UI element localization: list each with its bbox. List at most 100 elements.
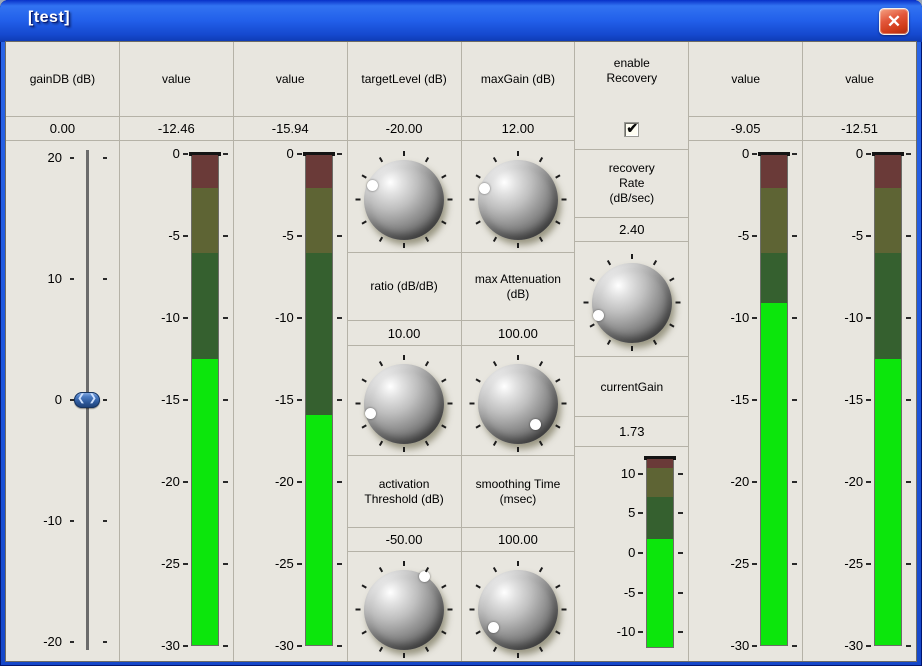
column-meter-3: value -9.05 0-5-10-15-20-25-30 [689,42,803,661]
knob-tick [539,646,543,651]
slider-tick-label: 0 [6,392,62,407]
knob-tick [425,566,429,571]
title-bar[interactable]: [test] ✕ [0,0,922,42]
activation-threshold-knob[interactable] [356,562,452,658]
tick-dash [906,317,911,319]
meter-scale: 0-5-10-15-20-25-30 [689,154,802,646]
knob-tick [362,220,367,224]
current-gain-label: currentGain [575,357,688,417]
knob-tick [539,237,543,242]
tick-dash [906,235,911,237]
smoothing-time-knob[interactable] [470,562,566,658]
tick-dash [752,153,757,155]
knob-sphere [478,364,558,444]
meter2-value: -15.94 [234,117,347,141]
knob-tick [403,355,405,360]
knob-tick [403,243,405,248]
meter-tick-label: -5 [575,585,635,600]
knob-tick [493,566,497,571]
tick-dash [103,399,107,401]
tick-dash [337,645,342,647]
meter-tick-label: 5 [575,505,635,520]
tick-dash [752,563,757,565]
tick-dash [297,563,302,565]
tick-dash [103,157,107,159]
knob-tick [403,561,405,566]
knob-tick [555,424,560,428]
meter3-value: -9.05 [689,117,802,141]
tick-dash [678,552,683,554]
knob-tick [555,584,560,588]
slider-scale: 20100-10-20 [6,158,119,642]
knob-tick [469,199,474,201]
knob-sphere [478,570,558,650]
knob-sphere [478,160,558,240]
knob-tick [441,584,446,588]
close-button[interactable]: ✕ [879,8,909,35]
gaindb-slider[interactable]: 20100-10-20 [6,141,119,661]
level-meter: 0-5-10-15-20-25-30 [803,141,916,661]
max-attenuation-knob[interactable] [470,356,566,452]
knob-tick [425,441,429,446]
slider-tick-label: 20 [6,150,62,165]
tick-dash [297,235,302,237]
tick-dash [70,278,74,280]
enable-recovery-checkbox[interactable] [624,122,639,137]
meter-tick-label: -5 [120,228,180,243]
recovery-rate-knob[interactable] [584,255,680,351]
knob-tick [555,630,560,634]
max-gain-knob[interactable] [470,152,566,248]
meter-tick-label: -5 [234,228,294,243]
column-target-level: targetLevel (dB) -20.00 ratio (dB/dB) 10… [348,42,462,661]
target-level-knob[interactable] [356,152,452,248]
meter-tick-label: 0 [120,146,180,161]
tick-dash [906,153,911,155]
meter-tick-label: -20 [689,474,749,489]
knob-tick [475,584,480,588]
knob-tick [493,646,497,651]
knob-tick [362,630,367,634]
knob-tick [631,254,633,259]
tick-dash [866,563,871,565]
tick-dash [866,645,871,647]
meter4-value: -12.51 [803,117,916,141]
knob-tick [362,174,367,178]
ratio-label: ratio (dB/dB) [348,253,461,321]
target-level-knob-cell [348,141,461,253]
ratio-knob[interactable] [356,356,452,452]
tick-dash [752,399,757,401]
meter-tick-label: -20 [234,474,294,489]
recovery-rate-label: recovery Rate (dB/sec) [575,150,688,218]
tick-dash [183,399,188,401]
meter-scale: 0-5-10-15-20-25-30 [803,154,916,646]
tick-dash [906,645,911,647]
current-gain-value: 1.73 [575,417,688,447]
knob-tick [589,277,594,281]
knob-tick [425,237,429,242]
knob-tick [517,243,519,248]
knob-tick [362,378,367,382]
column-meter-1: value -12.46 0-5-10-15-20-25-30 [120,42,234,661]
tick-dash [183,563,188,565]
meter-tick-label: -10 [689,310,749,325]
knob-tick [475,630,480,634]
tick-dash [752,317,757,319]
tick-dash [70,157,74,159]
meter-tick-label: -25 [234,556,294,571]
knob-tick [517,447,519,452]
max-gain-header: maxGain (dB) [462,42,575,117]
slider-thumb[interactable] [74,392,100,408]
target-level-value: -20.00 [348,117,461,141]
recovery-rate-value: 2.40 [575,218,688,242]
knob-tick [517,653,519,658]
knob-tick [379,361,383,366]
tick-dash [906,563,911,565]
column-meter-4: value -12.51 0-5-10-15-20-25-30 [803,42,916,661]
knob-tick [555,378,560,382]
knob-tick [517,151,519,156]
meter1-body: 0-5-10-15-20-25-30 [120,141,233,661]
tick-dash [70,520,74,522]
knob-tick [356,403,361,405]
knob-tick [583,301,588,303]
knob-tick [561,608,566,610]
